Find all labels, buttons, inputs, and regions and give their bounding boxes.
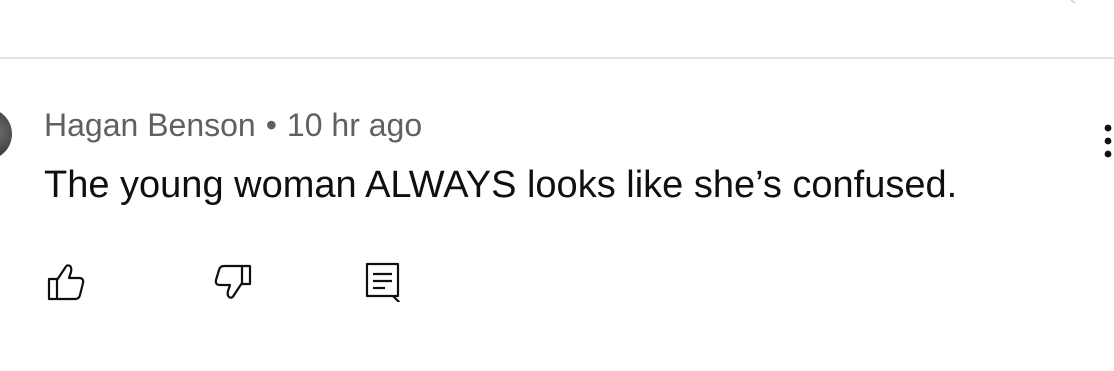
comment-meta: Hagan Benson • 10 hr ago (44, 106, 422, 144)
comment-actions (0, 262, 1114, 302)
like-button[interactable] (46, 262, 86, 302)
corner-decoration-icon (1070, 0, 1076, 4)
more-options-button[interactable] (1096, 122, 1114, 162)
section-divider (0, 57, 1114, 59)
comment-timestamp[interactable]: 10 hr ago (287, 107, 422, 143)
comment-author[interactable]: Hagan Benson (44, 107, 256, 143)
meta-separator: • (265, 107, 277, 143)
thumbs-down-icon (214, 264, 252, 299)
more-vertical-icon (1104, 124, 1112, 158)
dislike-button[interactable] (213, 262, 253, 302)
reply-button[interactable] (363, 262, 403, 302)
thumbs-up-icon (47, 264, 85, 301)
avatar[interactable] (0, 108, 12, 160)
reply-comment-icon (365, 262, 401, 302)
comment-text: The young woman ALWAYS looks like she’s … (44, 164, 958, 206)
